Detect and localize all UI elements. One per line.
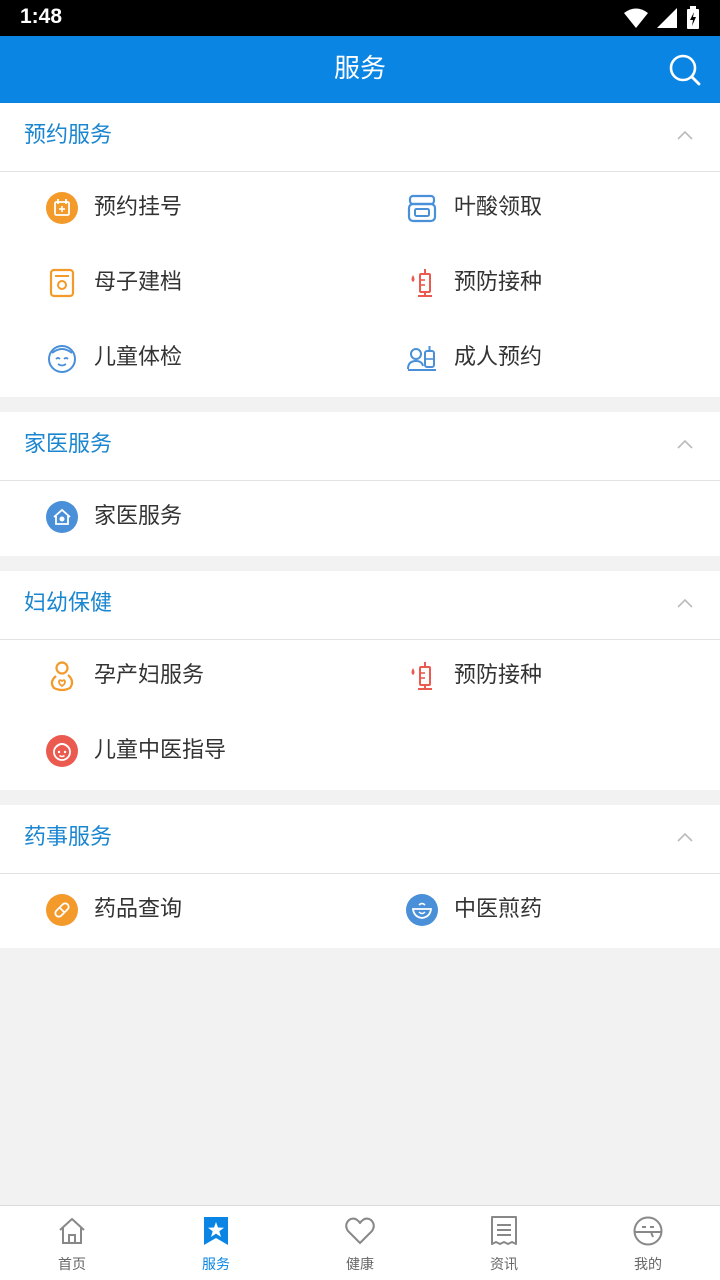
service-item-label: 预防接种 xyxy=(454,270,543,295)
battery-icon xyxy=(687,6,699,29)
pregnant-icon xyxy=(50,661,74,692)
service-item-label: 预防接种 xyxy=(454,663,543,688)
service-item-label: 孕产妇服务 xyxy=(94,663,205,688)
section-family-doctor: 家医服务 家医服务 xyxy=(0,412,720,556)
news-icon xyxy=(491,1216,517,1245)
section-appointment: 预约服务 预约挂号 叶酸领取 母子建档 预防接种 儿童体检 成人预约 xyxy=(0,103,720,397)
nav-item-profile[interactable]: 我的 xyxy=(576,1206,720,1280)
service-item-child-checkup[interactable]: 儿童体检 xyxy=(46,333,366,383)
nav-label: 健康 xyxy=(346,1257,374,1273)
bottom-nav: 首页 服务 健康 资讯 我的 xyxy=(0,1205,720,1280)
service-item-label: 成人预约 xyxy=(454,345,543,370)
status-bar: 1:48 xyxy=(0,0,720,36)
signal-icon xyxy=(657,8,677,28)
nav-label: 资讯 xyxy=(490,1257,518,1273)
adult-vaccine-icon xyxy=(407,346,436,371)
service-item-appointment-registration[interactable]: 预约挂号 xyxy=(46,183,366,233)
child-tcm-icon xyxy=(46,735,78,767)
section-header[interactable]: 家医服务 xyxy=(0,412,720,481)
archive-icon xyxy=(49,268,75,298)
section-title: 药事服务 xyxy=(24,825,113,850)
calendar-icon xyxy=(46,192,78,224)
search-icon[interactable] xyxy=(668,53,702,87)
service-item-label: 药品查询 xyxy=(94,897,183,922)
service-item-label: 叶酸领取 xyxy=(454,195,543,220)
section-title: 预约服务 xyxy=(24,123,113,148)
service-item-label: 儿童体检 xyxy=(94,345,183,370)
heart-icon xyxy=(345,1217,375,1244)
nav-item-home[interactable]: 首页 xyxy=(0,1206,144,1280)
nav-item-news[interactable]: 资讯 xyxy=(432,1206,576,1280)
child-face-icon xyxy=(48,345,76,373)
service-item-drug-query[interactable]: 药品查询 xyxy=(46,885,366,935)
service-item-vaccination[interactable]: 预防接种 xyxy=(406,258,720,308)
herbal-bowl-icon xyxy=(406,894,438,926)
syringe-icon xyxy=(411,269,432,297)
nav-item-services[interactable]: 服务 xyxy=(144,1206,288,1280)
nav-label: 我的 xyxy=(634,1257,662,1273)
home-icon xyxy=(59,1218,85,1244)
service-item-label: 母子建档 xyxy=(94,270,183,295)
pill-search-icon xyxy=(46,894,78,926)
service-item-herbal-decoction[interactable]: 中医煎药 xyxy=(406,885,720,935)
medicine-bottle-icon xyxy=(407,194,437,223)
wifi-icon xyxy=(624,8,648,28)
status-icons xyxy=(624,6,700,30)
service-item-label: 中医煎药 xyxy=(454,897,543,922)
app-header: 服务 xyxy=(0,36,720,103)
service-item-adult-appointment[interactable]: 成人预约 xyxy=(406,333,720,383)
status-time: 1:48 xyxy=(20,5,63,28)
chevron-up-icon[interactable] xyxy=(676,830,694,844)
profile-icon xyxy=(633,1216,663,1246)
section-header[interactable]: 药事服务 xyxy=(0,805,720,874)
service-item-folic-acid[interactable]: 叶酸领取 xyxy=(406,183,720,233)
syringe-icon xyxy=(411,662,432,690)
family-doctor-icon xyxy=(46,501,78,533)
section-header[interactable]: 妇幼保健 xyxy=(0,571,720,640)
chevron-up-icon[interactable] xyxy=(676,596,694,610)
section-header[interactable]: 预约服务 xyxy=(0,103,720,172)
service-item-label: 家医服务 xyxy=(94,504,183,529)
page-title: 服务 xyxy=(333,54,386,84)
chevron-up-icon[interactable] xyxy=(676,437,694,451)
chevron-up-icon[interactable] xyxy=(676,128,694,142)
star-bookmark-icon xyxy=(204,1217,228,1245)
service-item-label: 儿童中医指导 xyxy=(94,738,227,763)
nav-label: 首页 xyxy=(58,1257,86,1273)
nav-label: 服务 xyxy=(202,1257,230,1273)
service-item-label: 预约挂号 xyxy=(94,195,183,220)
service-item-maternal[interactable]: 孕产妇服务 xyxy=(46,651,366,701)
service-item-vaccination-2[interactable]: 预防接种 xyxy=(406,651,720,701)
section-maternal-child-health: 妇幼保健 孕产妇服务 预防接种 儿童中医指导 xyxy=(0,571,720,790)
service-item-child-tcm-guidance[interactable]: 儿童中医指导 xyxy=(46,726,366,776)
service-item-mother-child-record[interactable]: 母子建档 xyxy=(46,258,366,308)
service-item-family-doctor[interactable]: 家医服务 xyxy=(46,492,366,542)
nav-item-health[interactable]: 健康 xyxy=(288,1206,432,1280)
section-title: 妇幼保健 xyxy=(24,591,113,616)
section-title: 家医服务 xyxy=(24,432,113,457)
section-pharmacy: 药事服务 药品查询 中医煎药 xyxy=(0,805,720,948)
